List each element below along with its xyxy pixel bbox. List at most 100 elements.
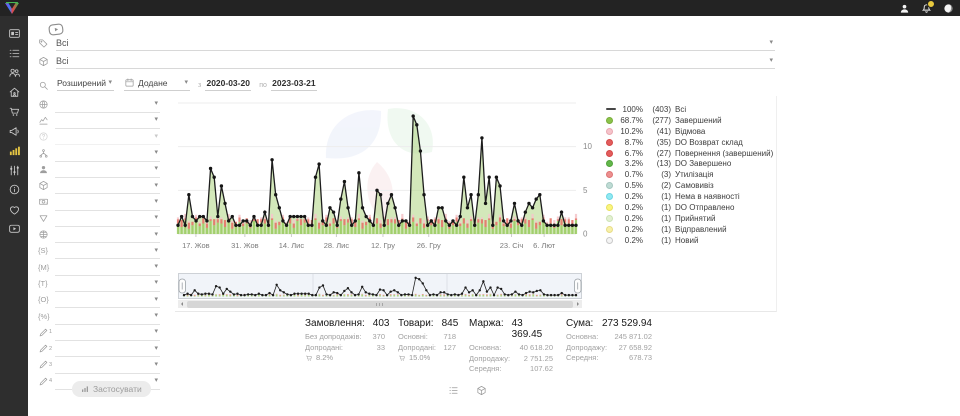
scroll-left-arrow-icon[interactable] (178, 300, 186, 308)
filter-row-help[interactable] (38, 129, 160, 145)
scroll-right-arrow-icon[interactable] (574, 300, 582, 308)
notifications-bell-icon[interactable] (920, 2, 932, 14)
legend-percent: 0.2% (618, 225, 643, 234)
filter-source-s-icon: {S} (38, 246, 55, 255)
range-handle-left[interactable] (179, 279, 186, 293)
pencil-icon: 2 (38, 343, 55, 354)
sidebar-item-customers[interactable] (0, 63, 28, 83)
scrollbar-thumb[interactable] (187, 301, 573, 308)
dashboard-icon (8, 27, 21, 40)
search-icon[interactable] (38, 80, 57, 91)
person-icon (38, 164, 55, 175)
legend-count: (27) (646, 149, 671, 158)
date-field-select[interactable]: Додане (124, 75, 190, 91)
user-icon[interactable] (898, 2, 910, 14)
filter-source-o-select[interactable] (55, 291, 160, 308)
filter-row-categories[interactable]: Всі (38, 36, 775, 50)
date-from-input[interactable]: 2020-03-20 (205, 75, 251, 91)
legend-label: DO Возврат склад (675, 138, 743, 147)
legend-item[interactable]: 0.2%(1)Прийнятий (606, 213, 774, 224)
legend-label: Прийнятий (675, 214, 716, 223)
sidebar-item-purchases[interactable] (0, 102, 28, 122)
filter-row-payment[interactable] (38, 194, 160, 210)
sidebar-item-dashboard[interactable] (0, 24, 28, 44)
sidebar-item-store[interactable] (0, 83, 28, 103)
app-logo[interactable] (4, 2, 20, 15)
svg-text:26. Гру: 26. Гру (417, 241, 441, 250)
filter-payment-select[interactable] (55, 193, 160, 210)
legend-item[interactable]: 6.7%(27)Повернення (завершений) (606, 148, 774, 159)
filter-row-product[interactable] (38, 177, 160, 193)
filter-help-select[interactable] (55, 128, 160, 145)
filter-row-source-s[interactable]: {S} (38, 243, 160, 259)
legend-item[interactable]: 0.2%(1)Новий (606, 235, 774, 246)
legend-dot-marker (606, 182, 613, 189)
filter-row-funnel[interactable] (38, 210, 160, 226)
filter-row-trend[interactable] (38, 112, 160, 128)
sidebar-item-tutorials[interactable] (0, 219, 28, 239)
range-handle-right[interactable] (575, 279, 582, 293)
legend-item[interactable]: 0.7%(3)Утилізація (606, 169, 774, 180)
search-mode-select[interactable]: Розширений (57, 75, 114, 91)
legend-item[interactable]: 0.2%(1)Відправлений (606, 224, 774, 235)
legend-item[interactable]: 0.5%(2)Самовивіз (606, 180, 774, 191)
filter-row-products[interactable]: Всі (38, 54, 775, 68)
filter-row-custom-field-2[interactable]: 2 (38, 340, 160, 356)
sidebar-item-marketing[interactable] (0, 122, 28, 142)
chart-range-navigator[interactable] (178, 273, 582, 299)
users-icon (8, 66, 21, 79)
filter-site-select[interactable] (55, 226, 160, 243)
date-to-input[interactable]: 2023-03-21 (271, 75, 317, 91)
filter-source-pct-select[interactable] (55, 307, 160, 324)
legend-item[interactable]: 0.2%(1)Нема в наявності (606, 191, 774, 202)
products-view-icon[interactable] (475, 384, 487, 396)
filter-source-s-select[interactable] (55, 242, 160, 259)
legend-dot-marker (606, 193, 613, 200)
filter-funnel-select[interactable] (55, 210, 160, 227)
filter-row-source-o[interactable]: {O} (38, 292, 160, 308)
orders-status-chart[interactable]: 051017. Жов31. Жов14. Лис28. Лис12. Гру2… (176, 100, 600, 252)
filter-hierarchy-select[interactable] (55, 144, 160, 161)
filter-row-site[interactable] (38, 226, 160, 242)
list-view-icon[interactable] (447, 384, 459, 396)
legend-count: (403) (646, 105, 671, 114)
legend-item[interactable]: 68.7%(277)Завершений (606, 115, 774, 126)
filter-custom-field-2-select[interactable] (55, 340, 160, 357)
filter-row-source-m[interactable]: {M} (38, 259, 160, 275)
account-avatar[interactable] (942, 2, 954, 14)
legend-item[interactable]: 100%(403)Всі (606, 104, 774, 115)
filter-row-person[interactable] (38, 161, 160, 177)
filter-custom-field-1-select[interactable] (55, 324, 160, 341)
filter-product-select[interactable] (55, 177, 160, 194)
sidebar-item-orders[interactable] (0, 44, 28, 64)
sidebar-item-statistics[interactable] (0, 141, 28, 161)
sidebar-item-partners[interactable] (0, 200, 28, 220)
filter-globe-select[interactable] (55, 96, 160, 113)
filter-source-pct-icon: {%} (38, 312, 55, 321)
legend-item[interactable]: 10.2%(41)Відмова (606, 126, 774, 137)
filter-person-select[interactable] (55, 161, 160, 178)
filter-trend-select[interactable] (55, 112, 160, 129)
chevron-down-icon (154, 247, 158, 254)
filter-row-custom-field-1[interactable]: 1 (38, 324, 160, 340)
apply-button[interactable]: Застосувати (72, 381, 151, 397)
filter-row-custom-field-3[interactable]: 3 (38, 357, 160, 373)
legend-item[interactable]: 0.2%(1)DO Отправлено (606, 202, 774, 213)
chevron-down-icon (154, 263, 158, 270)
chevron-down-icon (154, 296, 158, 303)
sidebar-item-settings[interactable] (0, 161, 28, 181)
filter-row-source-t[interactable]: {T} (38, 275, 160, 291)
filter-source-m-select[interactable] (55, 258, 160, 275)
sidebar-item-info[interactable] (0, 180, 28, 200)
legend-count: (1) (646, 214, 671, 223)
filter-row-globe[interactable] (38, 96, 160, 112)
legend-label: Відправлений (675, 225, 727, 234)
filter-custom-field-3-select[interactable] (55, 356, 160, 373)
filter-row-source-pct[interactable]: {%} (38, 308, 160, 324)
chart-scrollbar[interactable] (178, 300, 582, 308)
filter-source-t-select[interactable] (55, 275, 160, 292)
legend-item[interactable]: 3.2%(13)DO Завершено (606, 158, 774, 169)
filter-row-hierarchy[interactable] (38, 145, 160, 161)
legend-item[interactable]: 8.7%(35)DO Возврат склад (606, 137, 774, 148)
svg-text:17. Жов: 17. Жов (182, 241, 210, 250)
